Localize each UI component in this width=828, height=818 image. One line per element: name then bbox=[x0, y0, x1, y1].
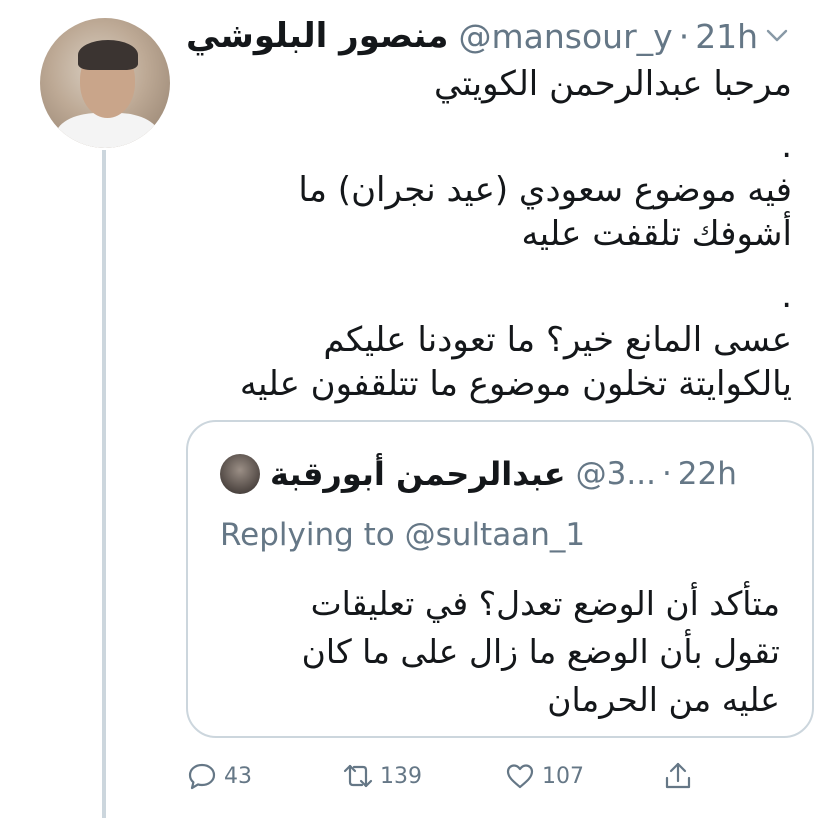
chevron-down-icon[interactable] bbox=[764, 22, 790, 48]
quoted-text-line: تقول بأن الوضع ما زال على ما كان bbox=[301, 632, 780, 671]
quoted-tweet-card[interactable]: عبدالرحمن أبورقبة @3... · 22h Replying t… bbox=[186, 420, 814, 738]
retweet-icon bbox=[343, 764, 373, 788]
quoted-header-separator: · bbox=[661, 456, 672, 492]
author-avatar[interactable] bbox=[40, 18, 170, 148]
retweet-button[interactable]: 139 bbox=[342, 758, 422, 794]
quoted-text-line: متأكد أن الوضع تعدل؟ في تعليقات bbox=[310, 584, 780, 623]
replying-to-mention[interactable]: @sultaan_1 bbox=[405, 517, 585, 553]
tweet-body: مرحبا عبدالرحمن الكويتي . فيه موضوع سعود… bbox=[186, 62, 792, 406]
replying-to-prefix: Replying to bbox=[220, 517, 395, 553]
tweet-text-line: أشوفك تلقفت عليه bbox=[521, 214, 792, 254]
tweet-text-line: مرحبا عبدالرحمن الكويتي bbox=[434, 64, 792, 104]
quoted-tweet-body: متأكد أن الوضع تعدل؟ في تعليقات تقول بأن… bbox=[220, 580, 780, 724]
like-count: 107 bbox=[542, 763, 584, 789]
quoted-author-display-name: عبدالرحمن أبورقبة bbox=[270, 455, 566, 493]
tweet-timestamp[interactable]: 21h bbox=[695, 17, 758, 56]
quoted-author-avatar bbox=[220, 454, 260, 494]
avatar-shirt bbox=[55, 113, 160, 148]
tweet-actions: 43 139 107 bbox=[186, 758, 726, 794]
tweet-text-line: فيه موضوع سعودي (عيد نجران) ما bbox=[298, 170, 792, 210]
avatar-hair bbox=[78, 40, 138, 70]
quoted-text-line: عليه من الحرمان bbox=[547, 680, 780, 719]
share-button[interactable] bbox=[662, 758, 700, 794]
like-button[interactable]: 107 bbox=[504, 758, 584, 794]
tweet-text-line: عسى المانع خير؟ ما تعودنا عليكم bbox=[323, 320, 792, 360]
quoted-tweet-timestamp: 22h bbox=[677, 456, 737, 492]
thread-line bbox=[102, 150, 106, 818]
quoted-tweet-header: عبدالرحمن أبورقبة @3... · 22h bbox=[220, 454, 737, 494]
reply-button[interactable]: 43 bbox=[186, 758, 252, 794]
replying-to-line: Replying to @sultaan_1 bbox=[220, 517, 585, 553]
reply-icon bbox=[188, 763, 216, 790]
heart-icon bbox=[506, 764, 534, 789]
tweet-text-line: . bbox=[781, 276, 792, 316]
header-separator: · bbox=[678, 16, 690, 56]
author-display-name[interactable]: منصور البلوشي bbox=[186, 16, 449, 56]
quoted-author-handle: @3... bbox=[575, 456, 656, 492]
share-icon bbox=[665, 762, 691, 789]
tweet-header: منصور البلوشي @mansour_y · 21h bbox=[186, 14, 806, 58]
retweet-count: 139 bbox=[380, 763, 422, 789]
reply-count: 43 bbox=[224, 763, 252, 789]
author-handle[interactable]: @mansour_y bbox=[459, 17, 673, 56]
tweet-text-line: يالكوايتة تخلون موضوع ما تتلقفون عليه bbox=[239, 364, 792, 404]
tweet-text-line: . bbox=[781, 126, 792, 166]
